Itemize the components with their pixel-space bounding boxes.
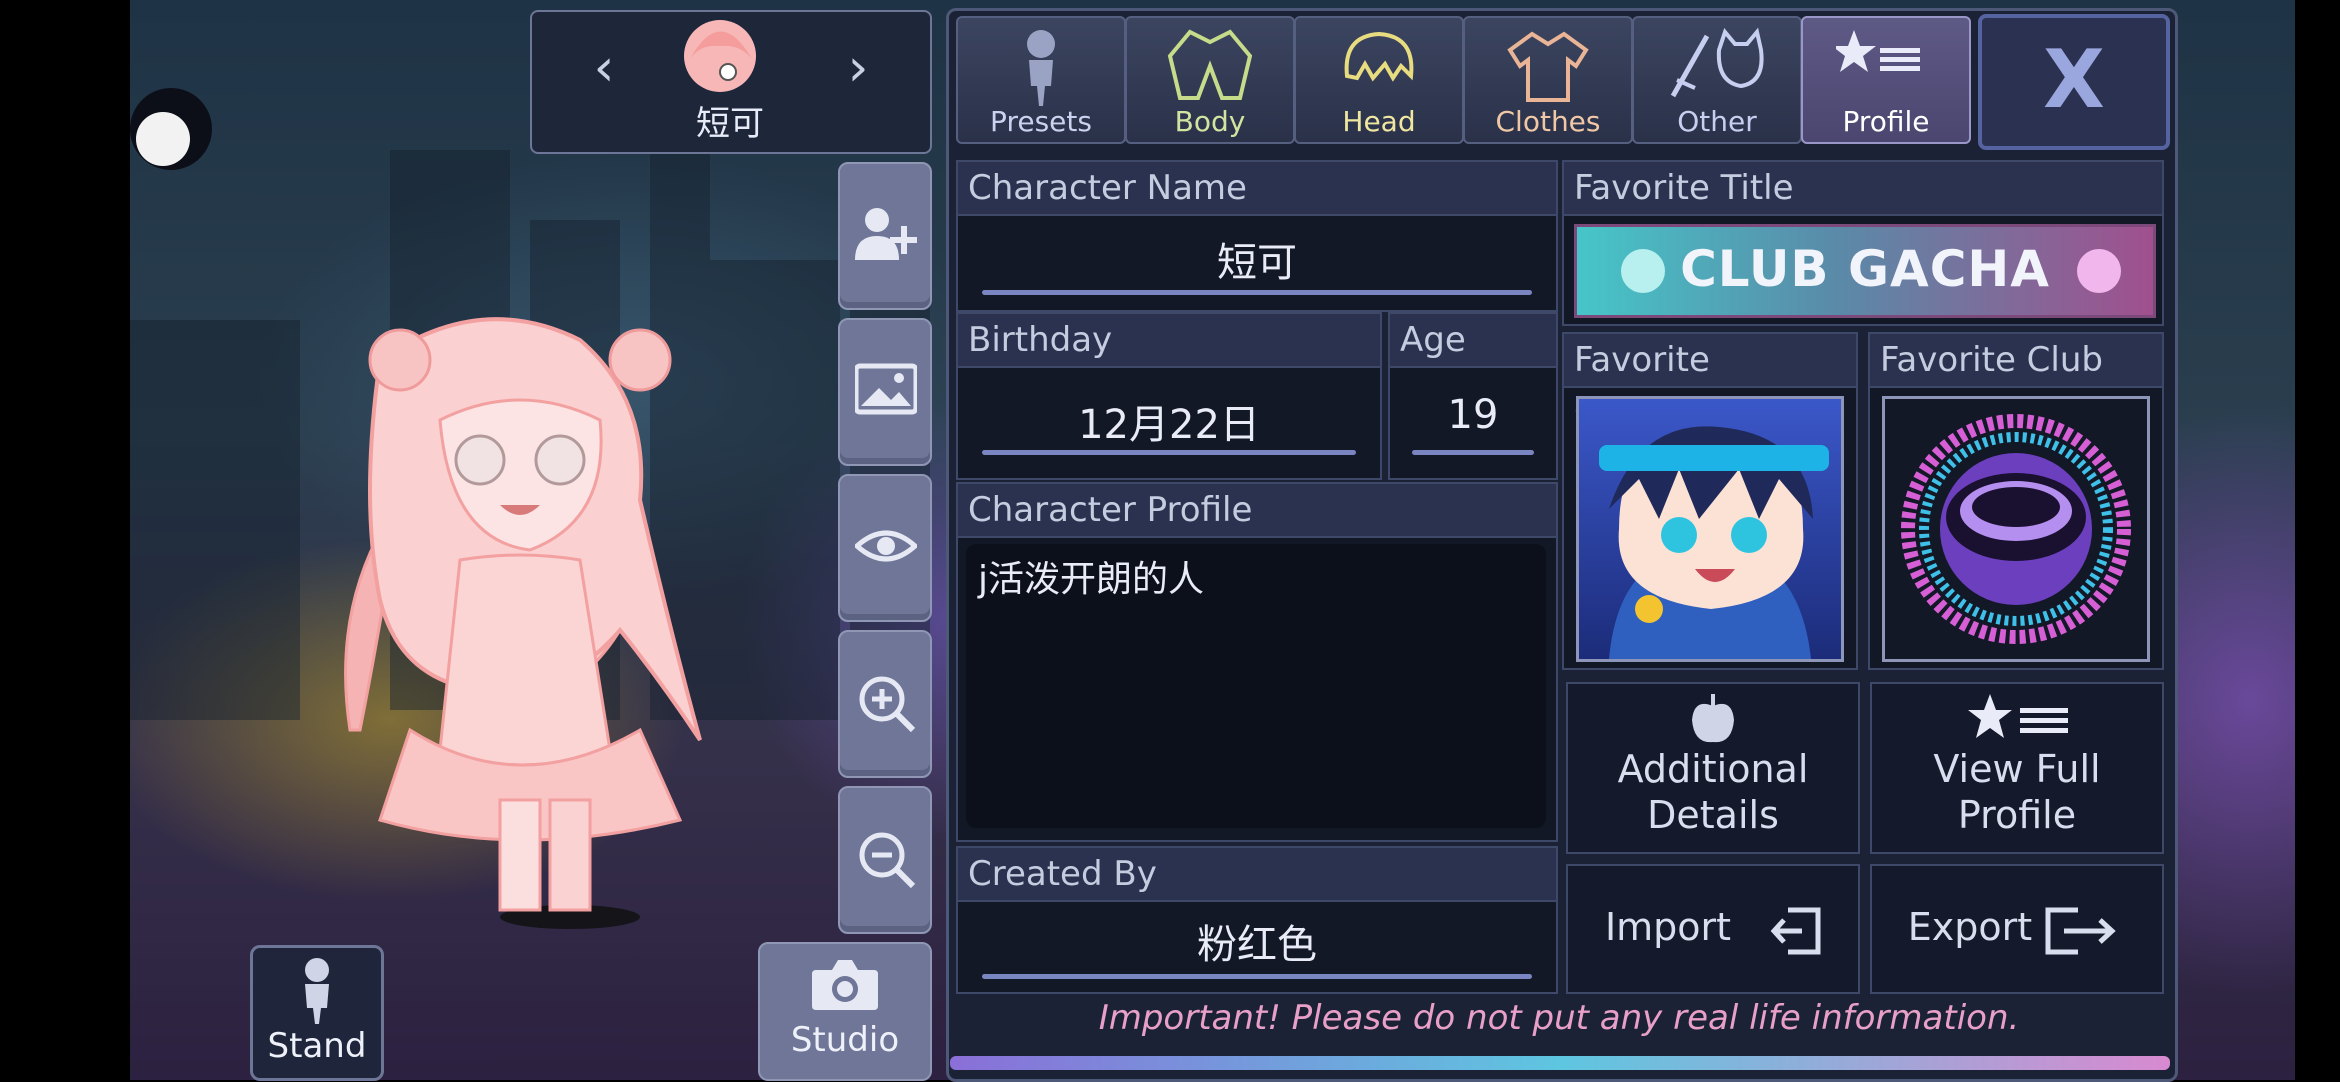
favorite-club-box: Favorite Club xyxy=(1868,332,2164,670)
tab-profile[interactable]: Profile xyxy=(1801,16,1971,144)
sword-cat-icon xyxy=(1670,27,1764,98)
birthday-field[interactable]: 12月22日 xyxy=(958,392,1380,450)
club-orb-icon xyxy=(1901,414,2131,644)
character-profile-box: Character Profile j活泼开朗的人 xyxy=(956,482,1558,842)
star-list-icon xyxy=(1836,30,1920,72)
favorite-title-box: Favorite Title CLUB GACHA xyxy=(1562,160,2164,326)
favorite-club-label: Favorite Club xyxy=(1870,334,2162,388)
zoom-out-icon xyxy=(859,832,916,888)
banner-left-orb-icon xyxy=(1621,249,1665,293)
shirt-icon xyxy=(1507,31,1589,102)
star-list-icon xyxy=(1968,694,2068,738)
character-profile-label: Character Profile xyxy=(958,484,1556,538)
export-button[interactable]: Export xyxy=(1870,864,2164,994)
favorite-title-banner[interactable]: CLUB GACHA xyxy=(1574,224,2156,318)
tab-profile-label: Profile xyxy=(1842,105,1930,138)
close-button[interactable]: X xyxy=(1978,14,2170,150)
import-icon xyxy=(1770,907,1821,955)
hair-icon xyxy=(1344,31,1414,82)
character-name-underline xyxy=(982,290,1532,295)
stand-button[interactable]: Stand xyxy=(250,945,384,1081)
view-full-profile-button[interactable]: View Full Profile xyxy=(1870,682,2164,854)
tab-presets-label: Presets xyxy=(990,105,1092,138)
age-underline xyxy=(1412,450,1534,455)
add-person-icon xyxy=(855,208,917,260)
age-field[interactable]: 19 xyxy=(1390,392,1556,438)
additional-details-button[interactable]: Additional Details xyxy=(1566,682,1860,854)
character-model[interactable] xyxy=(320,300,740,940)
favorite-character-label: Favorite Character xyxy=(1564,334,1856,432)
age-label: Age xyxy=(1390,314,1556,368)
birthday-box: Birthday 12月22日 xyxy=(956,312,1382,480)
panel-bottom-glow xyxy=(950,1056,2170,1070)
next-character-button[interactable]: › xyxy=(828,40,888,100)
zoom-out-button[interactable] xyxy=(838,786,932,934)
view-full-profile-label: View Full Profile xyxy=(1933,747,2101,837)
birthday-underline xyxy=(982,450,1356,455)
stand-label: Stand xyxy=(267,1026,367,1066)
add-character-button[interactable] xyxy=(838,162,932,310)
character-name-box: Character Name 短可 xyxy=(956,160,1558,312)
tab-other[interactable]: Other xyxy=(1632,16,1802,144)
created-by-box: Created By 粉红色 xyxy=(956,846,1558,994)
camera-icon xyxy=(812,960,878,1010)
favorite-character-image xyxy=(1599,426,1829,659)
export-icon xyxy=(2045,907,2116,955)
additional-details-label: Additional Details xyxy=(1617,747,1809,837)
character-name-field[interactable]: 短可 xyxy=(958,230,1556,288)
character-avatar-icon[interactable] xyxy=(680,14,760,104)
character-profile-textarea[interactable]: j活泼开朗的人 xyxy=(966,544,1546,828)
prev-character-button[interactable]: ‹ xyxy=(574,40,634,100)
studio-button[interactable]: Studio xyxy=(758,942,932,1081)
tab-presets[interactable]: Presets xyxy=(956,16,1126,144)
selected-character-name: 短可 xyxy=(696,104,764,144)
tab-body[interactable]: Body xyxy=(1125,16,1295,144)
record-indicator-dot xyxy=(136,112,190,166)
import-label: Import xyxy=(1604,905,1732,949)
banner-right-orb-icon xyxy=(2077,249,2121,293)
tab-clothes-label: Clothes xyxy=(1495,105,1601,138)
image-icon xyxy=(855,363,917,415)
tab-body-label: Body xyxy=(1174,105,1246,138)
favorite-club-emblem[interactable] xyxy=(1882,396,2150,662)
favorite-character-box: Favorite Character xyxy=(1562,332,1858,670)
visibility-button[interactable] xyxy=(838,474,932,622)
apple-icon xyxy=(1692,694,1734,743)
favorite-character-portrait[interactable] xyxy=(1576,396,1844,662)
created-by-field[interactable]: 粉红色 xyxy=(958,912,1556,970)
tab-other-label: Other xyxy=(1677,105,1757,138)
tab-head[interactable]: Head xyxy=(1294,16,1464,144)
zoom-in-icon xyxy=(859,676,916,732)
presets-figure-icon xyxy=(1027,30,1055,106)
tab-clothes[interactable]: Clothes xyxy=(1463,16,1633,144)
eye-icon xyxy=(855,530,917,562)
character-profile-text: j活泼开朗的人 xyxy=(978,559,1205,600)
jacket-icon xyxy=(1167,29,1253,100)
zoom-in-button[interactable] xyxy=(838,630,932,778)
created-by-underline xyxy=(982,974,1532,979)
privacy-warning: Important! Please do not put any real li… xyxy=(1098,998,2020,1038)
created-by-label: Created By xyxy=(958,848,1556,902)
birthday-label: Birthday xyxy=(958,314,1380,368)
studio-label: Studio xyxy=(790,1020,900,1060)
favorite-title-label: Favorite Title xyxy=(1564,162,2162,216)
character-name-label: Character Name xyxy=(958,162,1556,216)
tab-head-label: Head xyxy=(1342,105,1416,138)
stand-figure-icon xyxy=(305,958,329,1024)
export-label: Export xyxy=(1907,905,2033,949)
age-box: Age 19 xyxy=(1388,312,1558,480)
background-button[interactable] xyxy=(838,318,932,466)
import-button[interactable]: Import xyxy=(1566,864,1860,994)
